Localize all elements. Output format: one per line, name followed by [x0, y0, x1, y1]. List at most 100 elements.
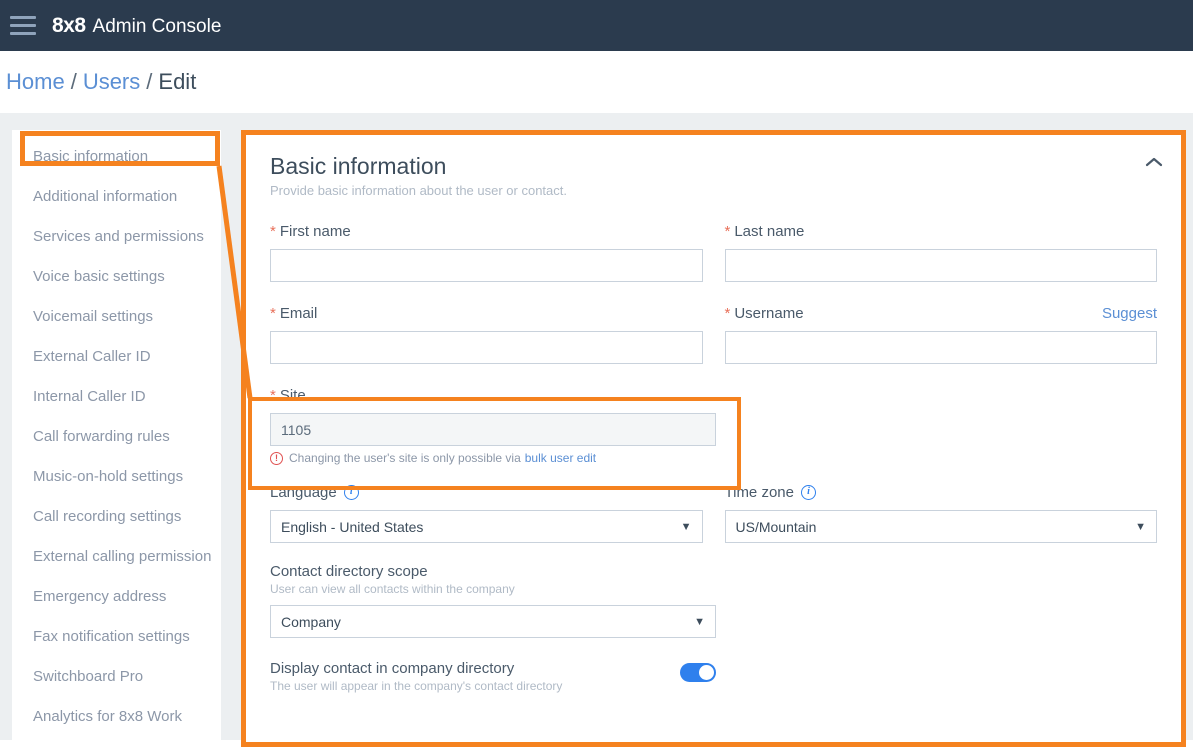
username-label: * Username [724, 304, 804, 322]
required-asterisk-icon: * [270, 386, 276, 404]
sidebar-item-label: Music-on-hold settings [33, 467, 184, 485]
contact-scope-sublabel: User can view all contacts within the co… [270, 582, 515, 596]
email-field-group: * Email [270, 302, 703, 364]
sidebar-item-label: Call forwarding rules [33, 427, 170, 445]
chevron-up-icon[interactable] [1143, 151, 1165, 173]
bulk-user-edit-link[interactable]: bulk user edit [525, 451, 596, 465]
toggle-knob [699, 665, 714, 680]
info-circle-icon[interactable]: i [343, 484, 359, 500]
app-title: Admin Console [92, 15, 222, 37]
timezone-label: Time zone i [725, 484, 816, 501]
warning-circle-icon: ! [270, 451, 283, 465]
sidebar-item-analytics-for-8x8-work[interactable]: Analytics for 8x8 Work [12, 696, 221, 736]
display-contact-label: Display contact in company directory [270, 660, 515, 677]
timezone-select[interactable]: US/Mountain ▼ [724, 510, 1157, 543]
breadcrumb-users[interactable]: Users [83, 69, 140, 95]
sidebar-item-additional-information[interactable]: Additional information [12, 176, 221, 216]
page-body: Basic information Additional information… [0, 113, 1193, 747]
username-field-group: * Username Suggest [724, 302, 1157, 364]
contact-scope-selected-value: Company [281, 613, 341, 630]
site-field-group: * Site ! Changing the user's site is onl… [270, 384, 716, 465]
email-input[interactable] [270, 331, 703, 364]
sidebar-item-services-and-permissions[interactable]: Services and permissions [12, 216, 221, 256]
basic-information-panel: Basic information Provide basic informat… [241, 130, 1186, 747]
sidebar-item-music-on-hold-settings[interactable]: Music-on-hold settings [12, 456, 221, 496]
breadcrumb-current: Edit [158, 69, 197, 94]
sidebar-item-switchboard-pro[interactable]: Switchboard Pro [12, 656, 221, 696]
last-name-label: * Last name [724, 222, 805, 240]
breadcrumb-separator-1: / [70, 69, 77, 94]
timezone-field-group: Time zone i US/Mountain ▼ [724, 481, 1157, 543]
name-row: * First name * Last name [270, 220, 1157, 282]
display-contact-sublabel: The user will appear in the company's co… [270, 679, 563, 693]
sidebar-item-call-forwarding-rules[interactable]: Call forwarding rules [12, 416, 221, 456]
sidebar-item-label: Fax notification settings [33, 627, 190, 645]
sidebar-item-voice-basic-settings[interactable]: Voice basic settings [12, 256, 221, 296]
breadcrumb-separator-2: / [146, 69, 153, 94]
last-name-field-group: * Last name [724, 220, 1157, 282]
sidebar-item-basic-information[interactable]: Basic information [12, 136, 221, 176]
locale-row: Language i English - United States ▼ Tim… [270, 481, 1157, 543]
username-input[interactable] [724, 331, 1157, 364]
site-input[interactable] [270, 413, 716, 446]
sidebar-item-label: Call recording settings [33, 507, 182, 525]
sidebar-item-label: External Caller ID [33, 347, 151, 365]
sidebar-item-label: Switchboard Pro [33, 667, 144, 685]
panel-title: Basic information [270, 153, 447, 179]
sidebar-item-label: Voicemail settings [33, 307, 154, 325]
settings-sidebar: Basic information Additional information… [12, 130, 221, 745]
chevron-down-icon: ▼ [680, 520, 692, 533]
sidebar-item-label: Voice basic settings [33, 267, 165, 285]
brand-logo: 8x8 [52, 13, 86, 37]
language-field-group: Language i English - United States ▼ [270, 481, 703, 543]
panel-subtitle: Provide basic information about the user… [270, 183, 567, 198]
chevron-down-icon: ▼ [694, 615, 705, 628]
sidebar-item-label: Analytics for 8x8 Work [33, 707, 182, 725]
sidebar-item-label: Internal Caller ID [33, 387, 146, 405]
sidebar-item-emergency-address[interactable]: Emergency address [12, 576, 221, 616]
sidebar-item-external-calling-permission[interactable]: External calling permission [12, 536, 221, 576]
contact-scope-field-group: Contact directory scope User can view al… [270, 563, 716, 638]
chevron-down-icon: ▼ [1135, 520, 1146, 533]
language-select[interactable]: English - United States ▼ [270, 510, 703, 543]
sidebar-item-call-recording-settings[interactable]: Call recording settings [12, 496, 221, 536]
sidebar-item-label: External calling permission [33, 547, 212, 565]
hamburger-menu-icon[interactable] [10, 16, 36, 35]
sidebar-item-internal-caller-id[interactable]: Internal Caller ID [12, 376, 221, 416]
last-name-input[interactable] [724, 249, 1157, 282]
sidebar-item-label: Emergency address [33, 587, 167, 605]
required-asterisk-icon: * [724, 304, 731, 322]
brand: 8x8 Admin Console [52, 14, 221, 38]
site-label: * Site [270, 386, 306, 404]
required-asterisk-icon: * [724, 222, 731, 240]
site-row: * Site ! Changing the user's site is onl… [270, 384, 1157, 465]
contact-scope-row: Contact directory scope User can view al… [270, 563, 1157, 638]
info-circle-icon[interactable]: i [800, 484, 816, 500]
sidebar-item-fax-notification-settings[interactable]: Fax notification settings [12, 616, 221, 656]
first-name-field-group: * First name [270, 220, 703, 282]
sidebar-item-label: Services and permissions [33, 227, 204, 245]
site-warning-text: Changing the user's site is only possibl… [289, 451, 521, 465]
account-row: * Email * Username Suggest [270, 302, 1157, 364]
required-asterisk-icon: * [270, 304, 276, 322]
breadcrumb-home[interactable]: Home [6, 69, 65, 95]
language-label: Language i [270, 484, 359, 501]
breadcrumb: Home / Users / Edit [0, 51, 1193, 113]
contact-scope-select[interactable]: Company ▼ [270, 605, 716, 638]
first-name-label: * First name [270, 222, 351, 240]
first-name-input[interactable] [270, 249, 703, 282]
sidebar-item-label: Additional information [33, 187, 178, 205]
timezone-selected-value: US/Mountain [735, 518, 817, 535]
sidebar-item-voicemail-settings[interactable]: Voicemail settings [12, 296, 221, 336]
app-header: 8x8 Admin Console [0, 0, 1193, 51]
sidebar-item-external-caller-id[interactable]: External Caller ID [12, 336, 221, 376]
site-warning-note: ! Changing the user's site is only possi… [270, 451, 716, 465]
display-contact-toggle[interactable] [680, 663, 716, 682]
required-asterisk-icon: * [270, 222, 276, 240]
sidebar-item-label: Basic information [33, 147, 149, 165]
contact-scope-label: Contact directory scope [270, 563, 428, 580]
suggest-username-link[interactable]: Suggest [1102, 305, 1157, 322]
language-selected-value: English - United States [281, 518, 424, 535]
email-label: * Email [270, 304, 318, 322]
display-contact-row: Display contact in company directory The… [270, 660, 716, 693]
